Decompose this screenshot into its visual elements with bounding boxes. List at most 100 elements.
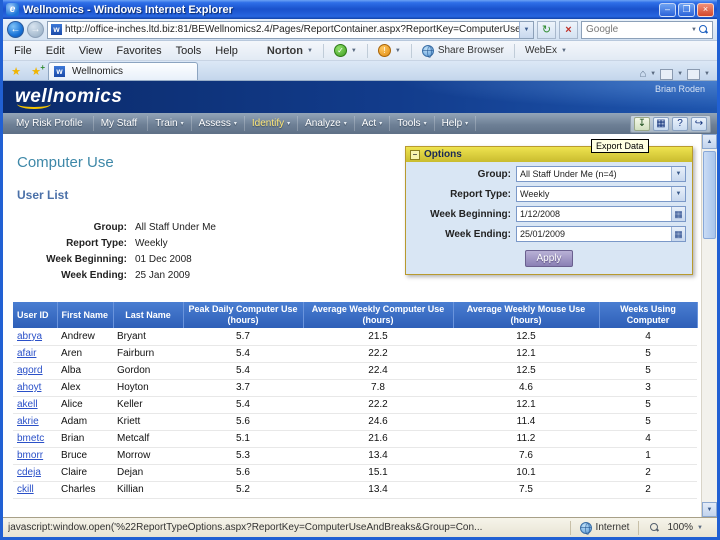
table-row: akell Alice Keller 5.4 22.2 12.1 5	[13, 396, 697, 414]
nav-item[interactable]: Analyze ▾	[298, 116, 355, 131]
week-beginning-label: Week Beginning:	[430, 208, 511, 220]
safe-web-check-icon[interactable]: ✓	[333, 44, 347, 57]
search-input[interactable]	[586, 24, 692, 35]
menu-bar: File Edit View Favorites Tools Help Norton ▼ …	[3, 41, 717, 61]
close-button[interactable]: ×	[697, 2, 714, 17]
norton-toolbar: Norton ▼ ✓ ▼ ! ▼ Share Browser WebEx ▼	[267, 43, 567, 58]
param-row: Week Ending: 25 Jan 2009	[61, 270, 191, 281]
chevron-down-icon[interactable]: ▼	[307, 48, 313, 54]
address-field[interactable]: w ▼	[47, 20, 534, 39]
nav-item[interactable]: My Risk Profile	[9, 116, 94, 131]
chevron-down-icon: ▾	[180, 121, 184, 127]
search-dropdown-icon[interactable]: ▼	[691, 27, 697, 33]
maximize-button[interactable]: ❐	[678, 2, 695, 17]
tab-bar: ★ ★ + w Wellnomics ⌂ ▼ ▼ ▼	[3, 61, 717, 81]
home-icon[interactable]: ⌂	[639, 68, 646, 80]
report-type-label: Report Type:	[450, 188, 511, 200]
stop-button[interactable]: ×	[559, 20, 578, 39]
chevron-down-icon[interactable]: ▼	[561, 48, 567, 54]
chevron-down-icon[interactable]: ▼	[671, 187, 685, 201]
menu-item[interactable]: Help	[208, 43, 245, 59]
chevron-down-icon[interactable]: ▼	[697, 525, 703, 531]
user-id-link[interactable]: akrie	[13, 413, 57, 431]
avg-weekly-mouse-use-cell: 11.2	[453, 430, 599, 448]
nav-item[interactable]: Help ▾	[435, 116, 477, 131]
forward-button[interactable]: →	[27, 21, 44, 38]
menu-item[interactable]: View	[72, 43, 110, 59]
feeds-icon[interactable]	[660, 68, 674, 80]
webex-button[interactable]: WebEx	[525, 45, 557, 56]
menu-item[interactable]: Edit	[39, 43, 72, 59]
nav-item[interactable]: Assess ▾	[192, 116, 245, 131]
chevron-down-icon[interactable]: ▼	[351, 48, 357, 54]
scroll-down-icon[interactable]: ▼	[702, 502, 717, 517]
column-header: Average Weekly Computer Use (hours)	[303, 302, 454, 328]
address-dropdown-button[interactable]: ▼	[519, 21, 533, 38]
search-icon[interactable]	[699, 25, 708, 34]
scroll-up-icon[interactable]: ▲	[702, 134, 717, 149]
menu-item[interactable]: Favorites	[109, 43, 168, 59]
nav-item[interactable]: Tools ▾	[390, 116, 435, 131]
avg-weekly-mouse-use-cell: 12.5	[453, 362, 599, 380]
chevron-down-icon: ▾	[423, 121, 427, 127]
logout-icon[interactable]: ↪	[691, 116, 707, 131]
user-id-link[interactable]: bmetc	[13, 430, 57, 448]
peak-daily-use-cell: 5.3	[183, 447, 303, 465]
report-type-select[interactable]: Weekly ▼	[516, 186, 686, 202]
norton-brand[interactable]: Norton	[267, 45, 303, 57]
vertical-scrollbar[interactable]: ▲ ▼	[701, 134, 717, 517]
calendar-icon[interactable]: ▦	[671, 207, 685, 221]
user-id-link[interactable]: ahoyt	[13, 379, 57, 397]
zoom-control[interactable]: 100% ▼	[638, 520, 712, 535]
user-id-link[interactable]: akell	[13, 396, 57, 414]
table-row: ckill Charles Killian 5.2 13.4 7.5 2	[13, 481, 697, 499]
export-data-tooltip[interactable]: Export Data	[591, 139, 649, 153]
week-beginning-input[interactable]: 1/12/2008 ▦	[516, 206, 686, 222]
scrollbar-thumb[interactable]	[703, 151, 716, 239]
week-ending-input[interactable]: 25/01/2009 ▦	[516, 226, 686, 242]
favorites-star-icon[interactable]: ★	[6, 63, 26, 80]
url-input[interactable]	[65, 24, 519, 35]
tab-wellnomics[interactable]: w Wellnomics	[48, 62, 198, 80]
collapse-icon[interactable]: –	[410, 149, 420, 160]
share-browser-button[interactable]: Share Browser	[438, 45, 504, 56]
nav-item[interactable]: My Staff	[94, 116, 149, 131]
minimize-button[interactable]: –	[659, 2, 676, 17]
nav-item[interactable]: Identify ▾	[245, 116, 299, 131]
add-favorite-icon[interactable]: ★ +	[26, 63, 46, 80]
user-id-link[interactable]: bmorr	[13, 447, 57, 465]
peak-daily-use-cell: 3.7	[183, 379, 303, 397]
help-icon[interactable]: ?	[672, 116, 688, 131]
zoom-icon	[650, 523, 659, 532]
column-header: Average Weekly Mouse Use (hours)	[453, 302, 600, 328]
search-box[interactable]: ▼	[581, 20, 713, 39]
avg-weekly-mouse-use-cell: 12.1	[453, 345, 599, 363]
nav-item[interactable]: Act ▾	[355, 116, 391, 131]
menu-item[interactable]: File	[7, 43, 39, 59]
calendar-icon[interactable]: ▦	[671, 227, 685, 241]
user-id-link[interactable]: cdeja	[13, 464, 57, 482]
user-id-link[interactable]: abrya	[13, 328, 57, 346]
window-title: Wellnomics - Windows Internet Explorer	[23, 3, 233, 16]
group-select[interactable]: All Staff Under Me (n=4) ▼	[516, 166, 686, 182]
print-icon[interactable]: ▦	[653, 116, 669, 131]
chevron-down-icon[interactable]: ▼	[395, 48, 401, 54]
export-data-icon[interactable]: ↧	[634, 116, 650, 131]
options-panel: – Options Group: All Staff Under Me (n=4…	[405, 146, 693, 275]
user-id-link[interactable]: afair	[13, 345, 57, 363]
nav-item[interactable]: Train ▾	[148, 116, 192, 131]
logged-in-user: Brian Roden	[654, 84, 705, 94]
user-id-link[interactable]: agord	[13, 362, 57, 380]
menu-item[interactable]: Tools	[169, 43, 209, 59]
options-title: Options	[424, 149, 462, 160]
status-bar: javascript:window.open('%22ReportTypeOpt…	[3, 517, 717, 537]
chevron-down-icon[interactable]: ▼	[671, 167, 685, 181]
refresh-button[interactable]: ↻	[537, 20, 556, 39]
user-id-link[interactable]: ckill	[13, 481, 57, 499]
back-button[interactable]: ←	[7, 21, 24, 38]
identity-safe-icon[interactable]: !	[377, 44, 391, 57]
apply-button[interactable]: Apply	[525, 250, 573, 267]
status-link-preview: javascript:window.open('%22ReportTypeOpt…	[8, 522, 483, 533]
avg-weekly-mouse-use-cell: 12.5	[453, 328, 599, 346]
print-icon[interactable]	[687, 68, 701, 80]
